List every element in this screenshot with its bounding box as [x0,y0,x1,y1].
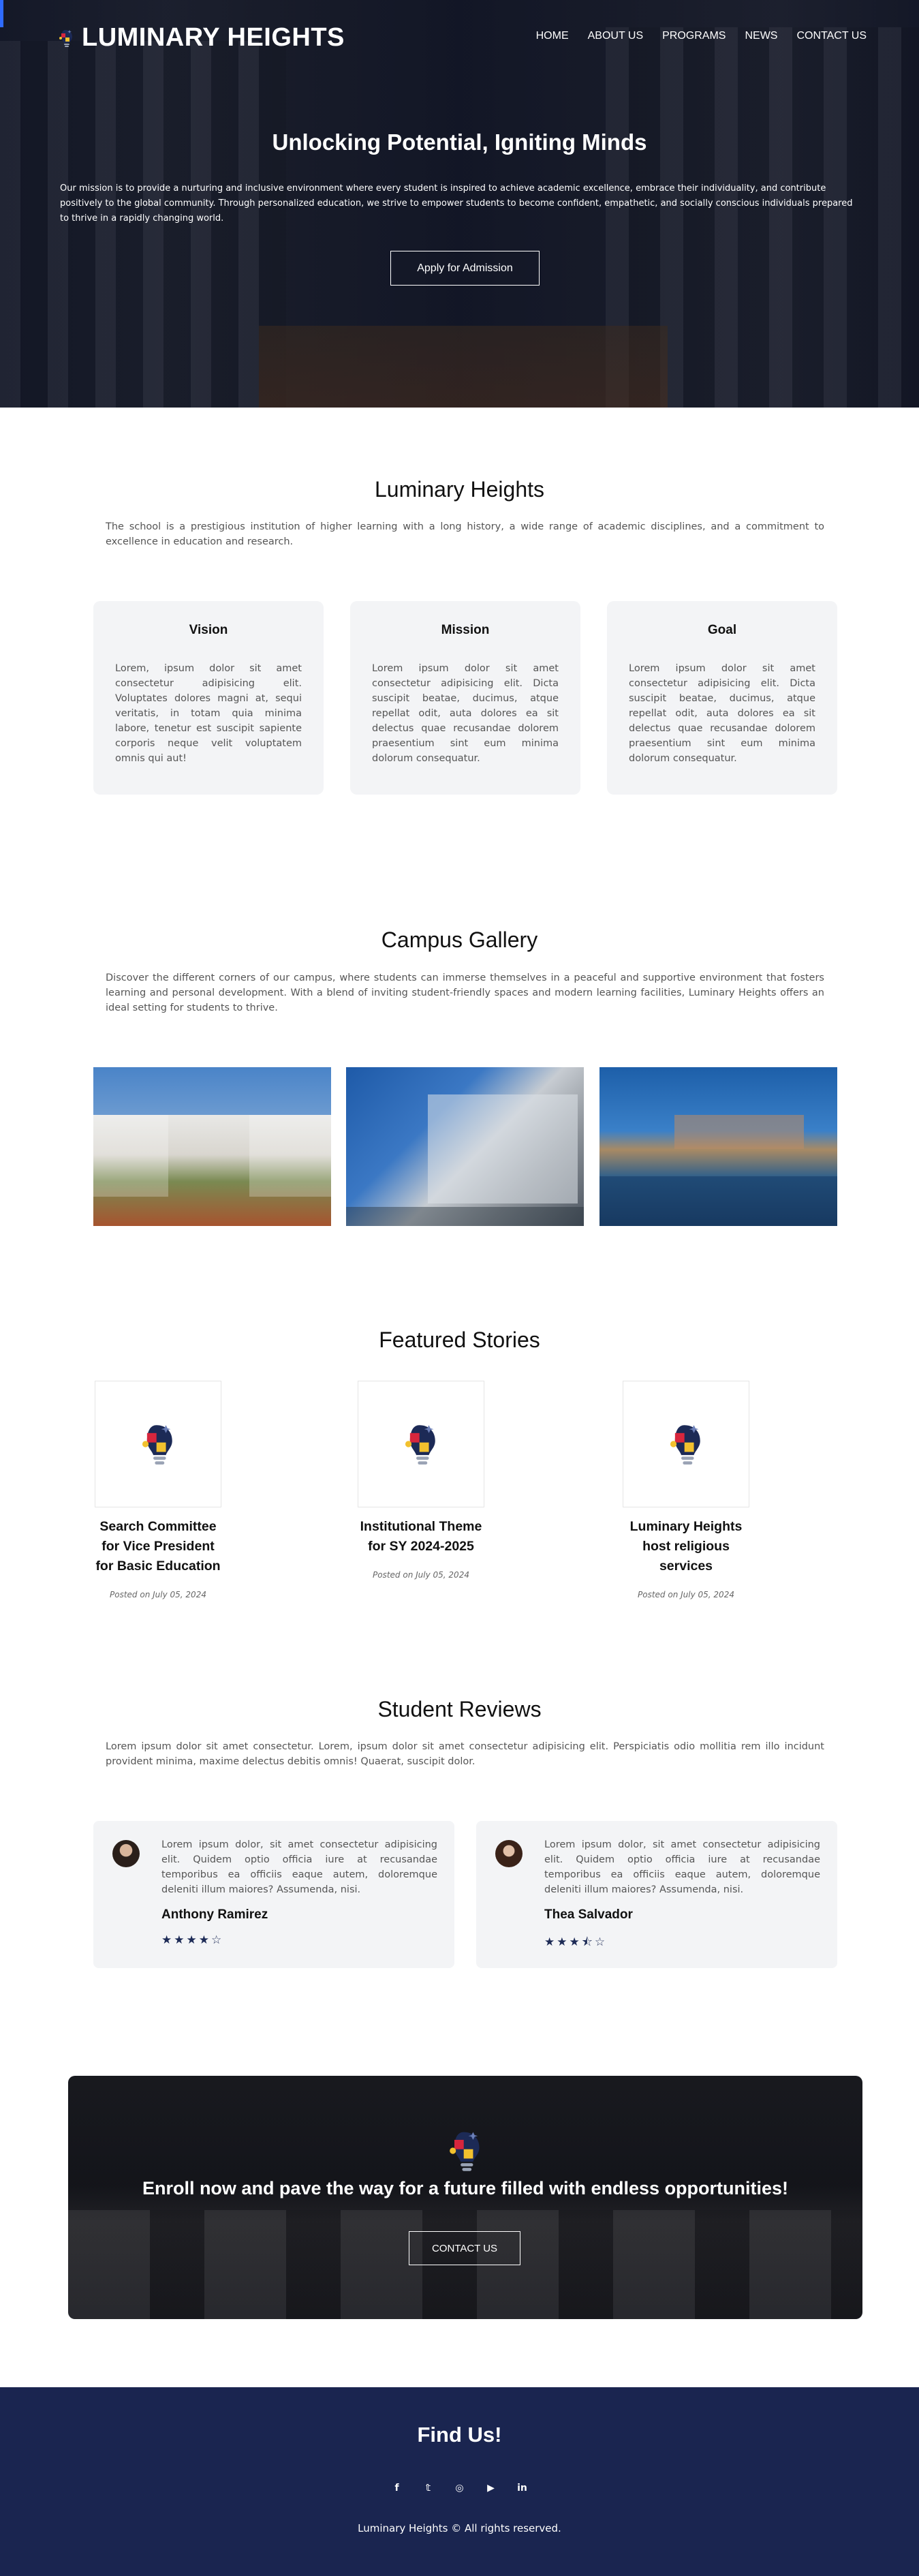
hero-description: Our mission is to provide a nurturing an… [60,183,853,224]
logo-icon [405,1425,435,1465]
gallery-image-courtyard[interactable] [93,1067,331,1226]
story-thumbnail [358,1381,484,1507]
gallery-title: Campus Gallery [381,927,538,952]
logo-icon [59,29,72,47]
reviews-title: Student Reviews [377,1697,542,1721]
youtube-icon[interactable]: ▶ [484,2483,498,2494]
avatar [495,1840,523,1867]
nav-news[interactable]: NEWS [745,30,777,42]
footer: Find Us! f 𝕥 ◎ ▶ in Luminary Heights © A… [0,2387,919,2576]
reviewer-name: Thea Salvador [544,1907,633,1922]
cta-title: Enroll now and pave the way for a future… [142,2178,789,2198]
linkedin-icon[interactable]: in [516,2483,529,2494]
facebook-icon[interactable]: f [390,2483,404,2494]
hero-courtyard [259,326,668,408]
footer-title: Find Us! [417,2423,502,2447]
vision-card: Vision Lorem, ipsum dolor sit amet conse… [93,601,324,795]
goal-card: Goal Lorem ipsum dolor sit amet consecte… [607,601,837,795]
gallery-description: Discover the different corners of our ca… [106,972,824,1013]
review-text: Lorem ipsum dolor, sit amet consectetur … [161,1839,437,1895]
story-date: Posted on July 05, 2024 [110,1590,206,1599]
social-links: f 𝕥 ◎ ▶ in [0,2483,919,2494]
reviewer-name: Anthony Ramirez [161,1907,268,1922]
stories-title: Featured Stories [379,1328,540,1352]
story-title[interactable]: Search Committee for Vice President for … [93,1517,223,1576]
nav-programs[interactable]: PROGRAMS [662,30,726,42]
hero-title: Unlocking Potential, Igniting Minds [272,129,647,155]
story-date: Posted on July 05, 2024 [373,1570,469,1580]
enroll-cta-banner: Enroll now and pave the way for a future… [68,2076,862,2319]
about-description: The school is a prestigious institution … [106,521,824,547]
copyright-text: Luminary Heights © All rights reserved. [358,2522,561,2534]
logo-icon [142,1425,172,1465]
story-card[interactable]: Institutional Theme for SY 2024-2025 Pos… [356,1381,486,1580]
story-thumbnail [95,1381,221,1507]
story-title[interactable]: Luminary Heights host religious services [621,1517,751,1576]
review-card: Lorem ipsum dolor, sit amet consectetur … [476,1821,837,1968]
logo-icon [450,2132,480,2171]
star-rating-icon: ★★★⯪☆ [544,1935,608,1949]
card-text: Lorem ipsum dolor sit amet consectetur a… [629,663,815,764]
scroll-indicator [0,0,3,27]
hero-section: LUMINARY HEIGHTS HOME ABOUT US PROGRAMS … [0,0,919,408]
contact-us-button[interactable]: CONTACT US [409,2231,520,2265]
story-card[interactable]: Search Committee for Vice President for … [93,1381,223,1599]
gallery-image-lakeside[interactable] [599,1067,837,1226]
nav-home[interactable]: HOME [536,30,569,42]
review-text: Lorem ipsum dolor, sit amet consectetur … [544,1839,820,1895]
story-title[interactable]: Institutional Theme for SY 2024-2025 [356,1517,486,1557]
gallery-image-modern-building[interactable] [346,1067,584,1226]
card-text: Lorem ipsum dolor sit amet consectetur a… [372,663,559,764]
card-title: Vision [189,623,228,637]
apply-admission-button[interactable]: Apply for Admission [390,251,540,286]
site-logo[interactable]: LUMINARY HEIGHTS [57,23,345,52]
avatar [112,1840,140,1867]
about-title: Luminary Heights [375,477,544,502]
logo-icon [670,1425,700,1465]
card-text: Lorem, ipsum dolor sit amet consectetur … [115,663,302,764]
card-title: Goal [707,623,737,637]
story-date: Posted on July 05, 2024 [638,1590,734,1599]
mission-card: Mission Lorem ipsum dolor sit amet conse… [350,601,580,795]
story-thumbnail [623,1381,749,1507]
reviews-description: Lorem ipsum dolor sit amet consectetur. … [106,1741,824,1767]
brand-name: LUMINARY HEIGHTS [82,23,345,52]
story-card[interactable]: Luminary Heights host religious services… [621,1381,751,1599]
card-title: Mission [441,623,490,637]
main-nav: HOME ABOUT US PROGRAMS NEWS CONTACT US [536,30,867,42]
twitter-icon[interactable]: 𝕥 [422,2483,435,2494]
star-rating-icon: ★★★★☆ [161,1933,224,1947]
review-card: Lorem ipsum dolor, sit amet consectetur … [93,1821,454,1968]
nav-contact-us[interactable]: CONTACT US [796,30,867,42]
instagram-icon[interactable]: ◎ [453,2483,467,2494]
nav-about-us[interactable]: ABOUT US [588,30,644,42]
